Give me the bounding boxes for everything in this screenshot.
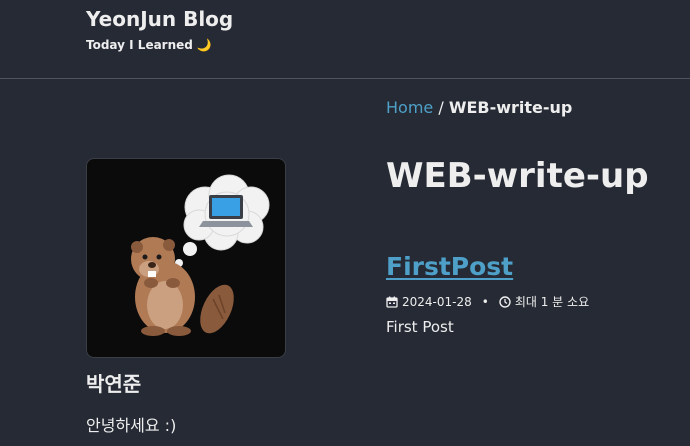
author-bio: 안녕하세요 :): [86, 416, 177, 435]
breadcrumb-current: WEB-write-up: [448, 98, 573, 117]
post-date: 2024-01-28: [402, 294, 472, 309]
site-subtitle-text: Today I Learned: [86, 38, 193, 52]
post-excerpt: First Post: [386, 318, 454, 336]
post-title-link[interactable]: FirstPost: [386, 252, 513, 281]
clock-icon: [499, 295, 511, 308]
post-read-time: 최대 1 분 소요: [514, 295, 590, 309]
avatar: [86, 158, 286, 358]
author-name: 박연준: [86, 372, 142, 396]
calendar-icon: [386, 296, 398, 308]
site-subtitle: Today I Learned 🌙: [86, 38, 212, 52]
post-meta: 2024-01-28 • 최대 1 분 소요: [386, 293, 589, 310]
breadcrumb: Home / WEB-write-up: [386, 98, 572, 117]
meta-separator: •: [481, 294, 489, 309]
moon-icon: 🌙: [196, 38, 212, 52]
page-title: WEB-write-up: [386, 156, 649, 196]
site-header: YeonJun Blog Today I Learned 🌙: [0, 0, 690, 79]
breadcrumb-home-link[interactable]: Home: [386, 98, 433, 117]
site-title-link[interactable]: YeonJun Blog: [86, 7, 233, 31]
beaver-laptop-icon: [131, 174, 270, 336]
breadcrumb-separator: /: [438, 98, 444, 117]
